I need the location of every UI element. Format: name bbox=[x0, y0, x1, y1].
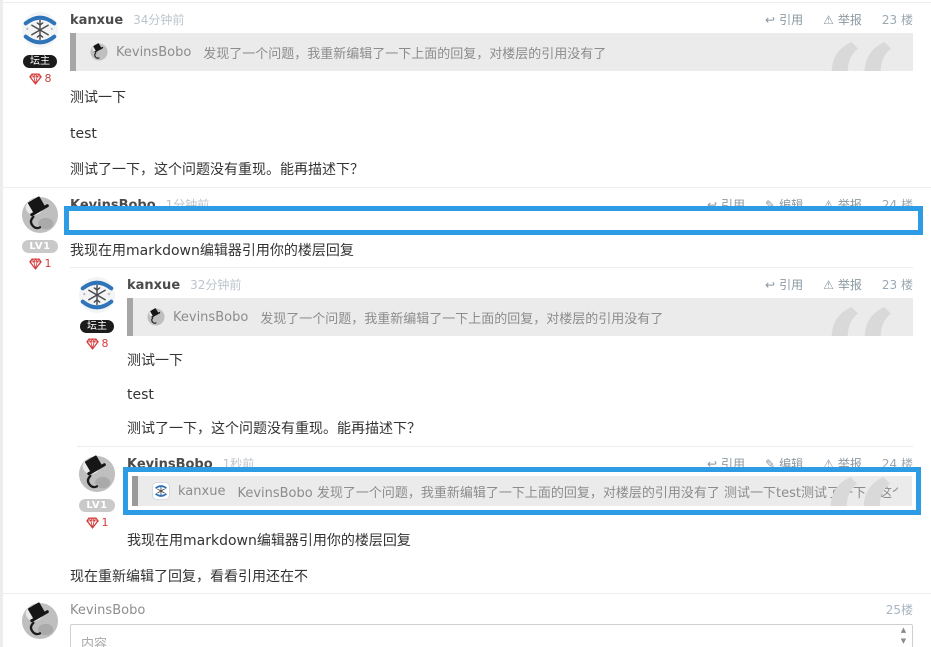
post-23-author-column: * * 坛主 8 bbox=[20, 11, 60, 181]
gem-icon bbox=[28, 257, 42, 270]
reply-icon: ↩ bbox=[765, 13, 776, 27]
quote-link[interactable]: ↩ 引用 bbox=[765, 11, 803, 29]
kevinsbobo-avatar-small bbox=[90, 43, 108, 61]
reply-icon: ↩ bbox=[765, 278, 776, 292]
quoted-author: KevinsBobo bbox=[173, 309, 249, 325]
post-23-quote-block: KevinsBobo 发现了一个问题，我重新编辑了一下上面的回复，对楼层的引用没… bbox=[70, 33, 913, 71]
kevinsbobo-avatar[interactable] bbox=[21, 602, 59, 640]
highlight-box-quote: kanxue KevinsBobo 发现了一个问题，我重新编辑了一下上面的回复，… bbox=[123, 467, 921, 515]
post-23-body: 测试一下 test 测试了一下，这个问题没有重现。能再描述下？ bbox=[70, 87, 913, 181]
post-24: LV1 1 KevinsBobo 1分钟前 ↩引用 ✎编辑 ⚠举报 24 楼 bbox=[3, 187, 931, 593]
kevinsbobo-avatar[interactable] bbox=[21, 196, 59, 234]
nested-post-23-body: 测试一下 test 测试了一下，这个问题没有重现。能再描述下？ bbox=[127, 350, 913, 440]
nested-post-23: * * 坛主 8 kanxue 32分钟前 ↩ 引用 ⚠ 举报 23 楼 Kev… bbox=[77, 268, 913, 446]
quote-mark-decoration bbox=[830, 477, 890, 506]
nested-post-23-quote-block: KevinsBobo 发现了一个问题，我重新编辑了一下上面的回复，对楼层的引用没… bbox=[127, 298, 913, 336]
post-24-intro-text: 我现在用markdown编辑器引用你的楼层回复 bbox=[70, 243, 354, 259]
report-link[interactable]: ⚠ 举报 bbox=[823, 11, 862, 29]
floor-label: 23 楼 bbox=[881, 13, 913, 27]
quoted-author: KevinsBobo bbox=[116, 44, 192, 60]
kanxue-avatar[interactable]: * * bbox=[21, 11, 59, 49]
body-line: test bbox=[70, 126, 97, 142]
body-line: 测试了一下，这个问题没有重现。能再描述下？ bbox=[70, 162, 364, 178]
highlight-box-empty-quote bbox=[64, 206, 923, 235]
gem-count: 1 bbox=[85, 516, 109, 529]
reply-textarea[interactable] bbox=[70, 624, 913, 647]
nested-post-23-time: 32分钟前 bbox=[190, 278, 242, 292]
reply-header: KevinsBobo 25楼 bbox=[70, 602, 913, 618]
quote-mark-decoration bbox=[831, 307, 891, 336]
floor-label: 23 楼 bbox=[881, 278, 913, 292]
nested-post-24-body: 我现在用markdown编辑器引用你的楼层回复 bbox=[127, 533, 411, 549]
quoted-text: 发现了一个问题，我重新编辑了一下上面的回复，对楼层的引用没有了 bbox=[203, 46, 607, 62]
kevinsbobo-avatar[interactable] bbox=[78, 455, 116, 493]
svg-text:*: * bbox=[26, 28, 29, 34]
nested-post-24-quote-block: kanxue KevinsBobo 发现了一个问题，我重新编辑了一下上面的回复，… bbox=[132, 476, 912, 506]
gem-icon bbox=[28, 72, 42, 85]
post-23: * * 坛主 8 kanxue 34分钟前 ↩ 引用 ⚠ 举报 23 楼 Kev… bbox=[3, 2, 931, 187]
body-line: test bbox=[127, 387, 154, 403]
kanxue-avatar[interactable]: * * bbox=[78, 276, 116, 314]
quoted-author: kanxue bbox=[178, 483, 226, 499]
post-23-time: 34分钟前 bbox=[133, 13, 185, 27]
quote-link[interactable]: ↩ 引用 bbox=[765, 276, 803, 294]
quoted-text: 发现了一个问题，我重新编辑了一下上面的回复，对楼层的引用没有了 bbox=[260, 311, 664, 327]
nested-post-23-username[interactable]: kanxue bbox=[127, 277, 180, 295]
report-icon: ⚠ bbox=[823, 278, 834, 292]
owner-badge: 坛主 bbox=[23, 55, 57, 68]
gem-count: 8 bbox=[28, 72, 52, 85]
post-24-author-column: LV1 1 bbox=[20, 196, 60, 587]
post-23-username[interactable]: kanxue bbox=[70, 12, 123, 30]
reply-username: KevinsBobo bbox=[70, 603, 146, 618]
report-link[interactable]: ⚠ 举报 bbox=[823, 276, 862, 294]
gem-value: 1 bbox=[44, 257, 52, 270]
nested-post-24: LV1 1 KevinsBobo 1秒前 ↩ 引用 ✎ 编辑 ⚠ 举报 24 楼… bbox=[77, 446, 921, 557]
svg-text:*: * bbox=[83, 293, 86, 299]
gem-value: 8 bbox=[44, 72, 52, 85]
thread-page: * * 坛主 8 kanxue 34分钟前 ↩ 引用 ⚠ 举报 23 楼 Kev… bbox=[0, 0, 931, 647]
quote-mark-decoration bbox=[831, 42, 891, 71]
nested-post-23-header: kanxue 32分钟前 ↩ 引用 ⚠ 举报 23 楼 bbox=[127, 276, 913, 294]
post-23-header: kanxue 34分钟前 ↩ 引用 ⚠ 举报 23 楼 bbox=[70, 11, 913, 29]
kevinsbobo-avatar-small bbox=[147, 308, 165, 326]
level-badge: LV1 bbox=[22, 240, 58, 253]
report-icon: ⚠ bbox=[823, 13, 834, 27]
reply-form: KevinsBobo 25楼 ▲ ▼ 回帖 ☺ 表情 回帖送Kx币 bbox=[3, 593, 931, 647]
level-badge: LV1 bbox=[79, 499, 115, 512]
body-line: 测试了一下，这个问题没有重现。能再描述下？ bbox=[127, 421, 421, 437]
owner-badge: 坛主 bbox=[80, 320, 114, 333]
nested-quote-thread: * * 坛主 8 kanxue 32分钟前 ↩ 引用 ⚠ 举报 23 楼 Kev… bbox=[70, 267, 921, 557]
gem-value: 1 bbox=[101, 516, 109, 529]
gem-value: 8 bbox=[101, 337, 109, 350]
kanxue-avatar-small bbox=[152, 482, 170, 500]
gem-count: 8 bbox=[85, 337, 109, 350]
gem-icon bbox=[85, 516, 99, 529]
gem-icon bbox=[85, 337, 99, 350]
quoted-text: KevinsBobo 发现了一个问题，我重新编辑了一下上面的回复，对楼层的引用没… bbox=[237, 485, 898, 501]
gem-count: 1 bbox=[28, 257, 52, 270]
svg-text:*: * bbox=[107, 293, 110, 299]
svg-text:*: * bbox=[50, 28, 53, 34]
body-line: 测试一下 bbox=[70, 90, 126, 106]
reply-floor-label: 25楼 bbox=[885, 603, 913, 617]
body-line: 测试一下 bbox=[127, 353, 183, 369]
post-24-outro-text: 现在重新编辑了回复，看看引用还在不 bbox=[70, 569, 308, 585]
reply-author-column bbox=[20, 602, 60, 647]
